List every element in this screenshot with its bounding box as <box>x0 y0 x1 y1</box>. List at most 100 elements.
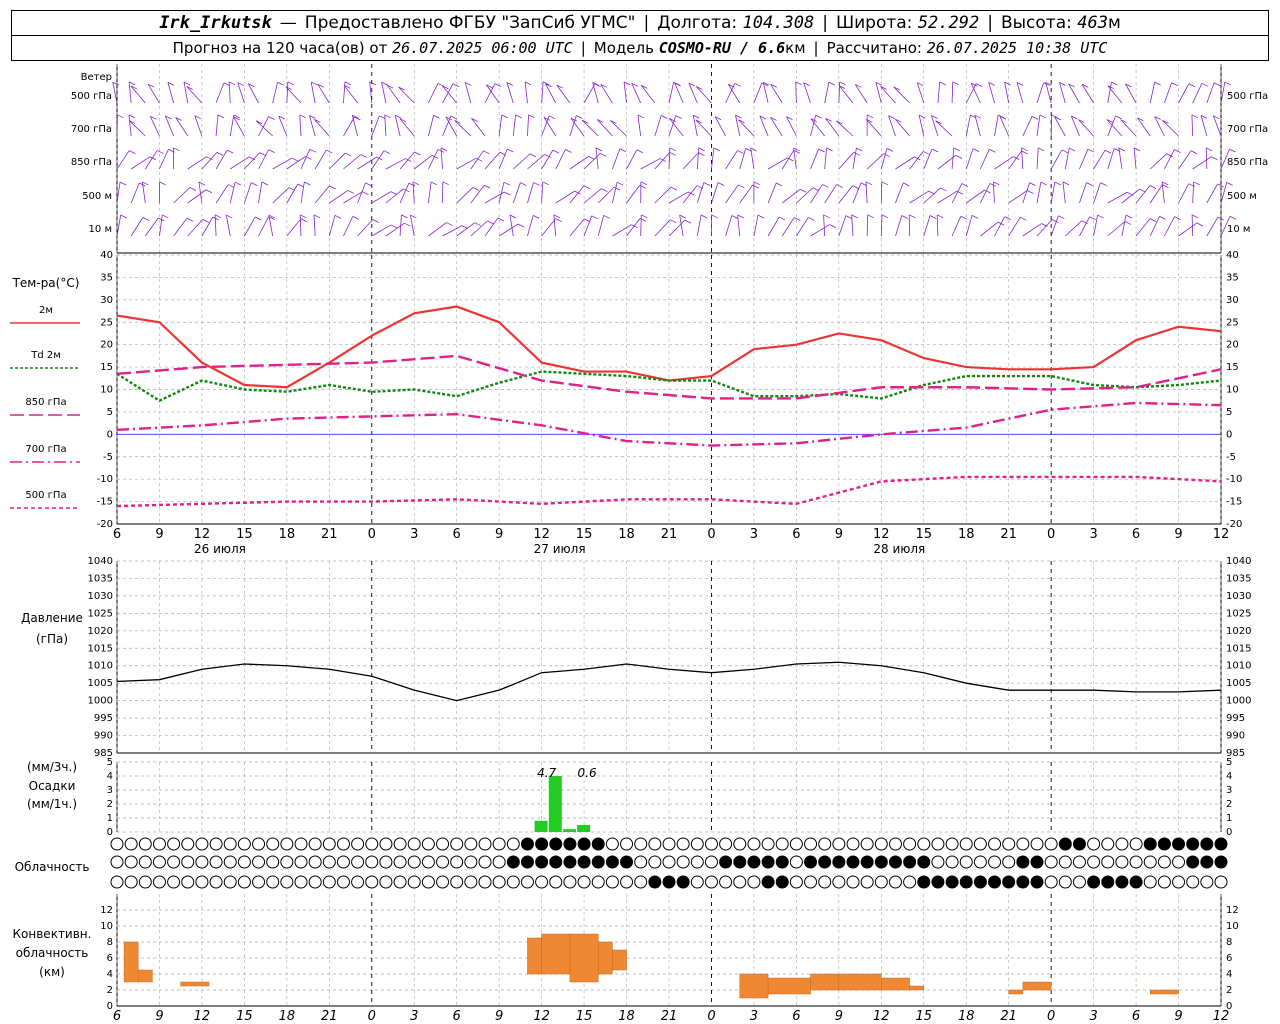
wind-barb-flag <box>675 115 682 119</box>
wind-barb-flag <box>362 191 369 196</box>
wind-barb-flag <box>440 147 448 152</box>
wind-barb <box>1036 219 1053 237</box>
bottom-xtick: 6 <box>792 1009 800 1024</box>
wind-barb-flag <box>412 181 420 186</box>
wind-barb <box>725 215 733 237</box>
wind-level-right: 10 м <box>1227 224 1250 235</box>
cloud-cover-icon <box>563 837 577 851</box>
wind-barb <box>299 114 302 137</box>
wind-barb <box>428 222 447 237</box>
cloud-cover-icon <box>322 875 336 889</box>
bottom-xtick: 18 <box>618 1009 635 1024</box>
wind-barb <box>1220 81 1226 104</box>
wind-barb <box>692 115 698 137</box>
wind-barb <box>851 214 854 237</box>
wind-barb <box>116 150 130 170</box>
cloud-cover-icon <box>648 875 662 889</box>
wind-barb <box>399 183 410 204</box>
wind-barb-flag <box>227 149 234 154</box>
cloud-cover-icon <box>676 855 690 869</box>
temp-ytick-right: 10 <box>1226 385 1239 396</box>
wind-barb <box>215 82 225 104</box>
wind-barb-flag <box>852 185 859 189</box>
bottom-xtick: 15 <box>236 1009 253 1024</box>
convective-bar <box>597 941 613 975</box>
cloud-cover-icon <box>450 855 464 869</box>
cloud-cover-icon <box>662 875 676 889</box>
wind-barb <box>369 81 373 104</box>
wind-barb <box>509 214 514 237</box>
temp-xtick: 12 <box>873 527 890 542</box>
wind-barb-flag <box>369 81 376 86</box>
wind-barb-flag <box>828 81 836 86</box>
date-label: 26 июля <box>194 542 246 556</box>
bottom-xtick: 12 <box>194 1009 211 1024</box>
cloud-cover-icon <box>988 855 1002 869</box>
cloud-cover-icon <box>874 875 888 889</box>
wind-barb-flag <box>129 150 136 154</box>
bottom-xtick: 6 <box>1132 1009 1140 1024</box>
convective-ytick-right: 2 <box>1226 985 1232 996</box>
temp-ytick-left: 35 <box>100 272 113 283</box>
wind-barb <box>674 82 684 104</box>
wind-barb <box>696 147 700 170</box>
cloud-cover-icon <box>379 837 393 851</box>
wind-barb-flag <box>1188 83 1196 88</box>
convective-ytick-left: 12 <box>100 905 113 916</box>
temp-ytick-right: 35 <box>1226 272 1239 283</box>
wind-barb-flag <box>865 181 873 186</box>
cloud-cover-icon <box>436 837 450 851</box>
wind-barb <box>810 224 830 237</box>
wind-barb <box>343 81 346 104</box>
wind-barb-flag <box>1104 149 1112 154</box>
wind-barb <box>682 185 698 204</box>
wind-barb <box>427 181 432 204</box>
cloud-cover-icon <box>506 855 520 869</box>
wind-barb-flag <box>365 182 372 187</box>
wind-barb-flag <box>503 181 511 186</box>
cloud-cover-icon <box>252 855 266 869</box>
pressure-ytick-right: 1020 <box>1226 626 1251 637</box>
cloud-cover-icon <box>719 837 733 851</box>
wind-barb-flag <box>601 188 608 192</box>
cloud-cover-icon <box>464 837 478 851</box>
wind-barb <box>781 217 795 237</box>
wind-barb <box>255 120 273 137</box>
wind-barb <box>1093 182 1101 204</box>
wind-barb <box>498 114 503 137</box>
wind-barb-flag <box>757 214 765 219</box>
wind-barb-flag <box>501 114 508 119</box>
cloud-cover-icon <box>804 875 818 889</box>
wind-level-right: 700 гПа <box>1227 124 1268 135</box>
wind-barb-flag <box>261 181 269 186</box>
cloud-cover-icon <box>209 855 223 869</box>
cloud-cover-icon <box>421 837 435 851</box>
wind-barb-flag <box>972 148 980 152</box>
cloud-cover-icon <box>662 837 676 851</box>
cloud-cover-icon <box>704 855 718 869</box>
cloud-cover-icon <box>761 875 775 889</box>
wind-barb <box>343 154 361 170</box>
wind-barb-flag <box>304 181 311 186</box>
wind-barb-flag <box>886 147 894 152</box>
wind-barb-flag <box>1039 114 1047 119</box>
wind-barb <box>623 81 627 104</box>
wind-level-right: 500 м <box>1227 191 1257 202</box>
cloud-cover-icon <box>747 837 761 851</box>
cloud-cover-icon <box>450 837 464 851</box>
wind-barb <box>880 181 883 204</box>
cloud-cover-icon <box>492 855 506 869</box>
bottom-xtick: 15 <box>915 1009 932 1024</box>
pressure-ytick-right: 990 <box>1226 731 1245 742</box>
wind-barb <box>130 85 146 104</box>
wind-barb-flag <box>162 214 169 219</box>
wind-barb <box>696 182 705 204</box>
wind-barb <box>581 119 599 137</box>
wind-barb-flag <box>1021 150 1028 155</box>
precip-ytick-right: 0 <box>1226 827 1232 838</box>
wind-barb-flag <box>128 114 136 119</box>
wind-barb <box>1050 149 1063 170</box>
wind-barb <box>130 217 144 237</box>
wind-barb <box>328 215 336 237</box>
wind-barb <box>1107 81 1112 104</box>
